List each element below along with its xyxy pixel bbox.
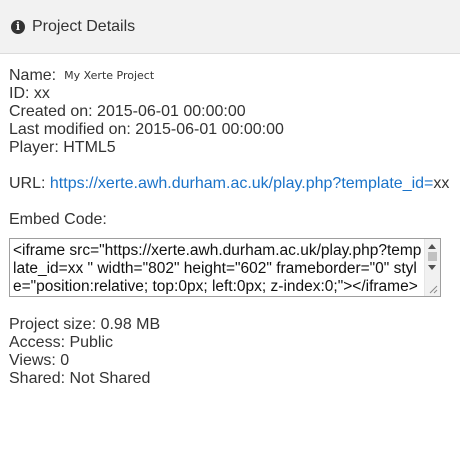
info-circle-icon: i	[11, 19, 25, 34]
access-level: Access: Public	[9, 334, 114, 351]
scroll-down-arrow-icon[interactable]	[428, 265, 436, 270]
view-count: Views: 0	[9, 352, 70, 369]
project-stats: Project size: 0.98 MB Access: Public Vie…	[9, 316, 449, 388]
scrollbar-thumb[interactable]	[428, 252, 437, 261]
resize-handle-icon[interactable]	[428, 284, 438, 294]
shared-status: Shared: Not Shared	[9, 370, 151, 387]
modified-date: Last modified on: 2015-06-01 00:00:00	[9, 121, 284, 138]
name-row: Name: My Xerte Project	[9, 67, 449, 85]
project-details-content: Name: My Xerte Project ID: xx Created on:…	[9, 67, 449, 388]
url-label: URL:	[9, 175, 50, 192]
player-type: Player: HTML5	[9, 139, 116, 156]
project-size: Project size: 0.98 MB	[9, 316, 161, 333]
project-url-link[interactable]: https://xerte.awh.durham.ac.uk/play.php?…	[50, 175, 433, 192]
created-date: Created on: 2015-06-01 00:00:00	[9, 103, 246, 120]
project-name: My Xerte Project	[64, 69, 155, 82]
embed-code-text[interactable]: <iframe src="https://xerte.awh.durham.ac…	[13, 242, 423, 294]
url-suffix: xx	[433, 175, 450, 192]
panel-header: i Project Details	[0, 0, 460, 54]
scroll-up-arrow-icon[interactable]	[428, 244, 436, 249]
embed-code-label: Embed Code:	[9, 211, 107, 228]
panel-title: Project Details	[32, 17, 136, 35]
name-label: Name:	[9, 67, 57, 84]
project-id: ID: xx	[9, 85, 50, 102]
url-row: URL: https://xerte.awh.durham.ac.uk/play…	[9, 175, 449, 193]
embed-code-textarea[interactable]: <iframe src="https://xerte.awh.durham.ac…	[9, 238, 441, 297]
